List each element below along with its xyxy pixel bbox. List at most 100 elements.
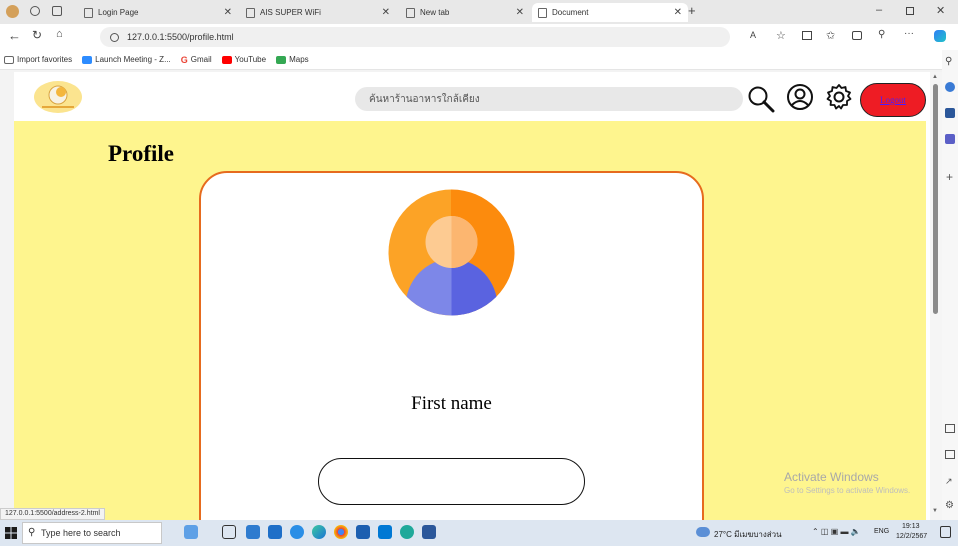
page-title: Profile [108,141,174,166]
info-icon[interactable] [110,32,119,42]
tab-actions-icon[interactable] [52,6,62,16]
home-icon[interactable]: ⌂ [56,28,63,40]
favorite-youtube[interactable]: YouTube [221,55,267,64]
close-tab-icon[interactable]: ✕ [382,7,390,18]
settings-icon[interactable] [825,83,853,116]
workspaces-icon[interactable] [30,6,40,16]
new-tab-plus-icon[interactable]: + [688,3,696,18]
widgets-icon[interactable] [184,525,198,539]
favorite-label: Gmail [190,55,212,64]
mail-icon[interactable] [268,525,282,539]
profile-section: Profile First name [14,121,926,520]
profile-avatar-icon[interactable] [6,5,19,18]
address-bar-row: ← ↻ ⌂ 127.0.0.1:5500/profile.html A ☆ ✩ … [0,24,958,50]
favorite-gmail[interactable]: G Gmail [181,55,212,65]
read-aloud-icon[interactable]: A [750,30,756,40]
close-window-icon[interactable]: ✕ [936,4,945,17]
edge-dev-icon[interactable] [290,525,304,539]
logout-button[interactable]: Logout [860,83,926,117]
page-icon [84,7,93,18]
tab-login-page[interactable]: Login Page ✕ [78,3,238,22]
chrome-icon[interactable] [334,525,348,539]
system-tray-icons[interactable]: ⌃ ◫ ▣ ▬ 🔈 [812,527,861,536]
tab-label: New tab [420,8,450,17]
restore-icon[interactable] [906,7,914,15]
add-sidebar-icon[interactable]: + [946,170,953,184]
page-scrollbar[interactable]: ▲ ▼ [930,72,942,520]
extensions-icon[interactable]: ⚲ [878,29,885,40]
close-tab-icon[interactable]: ✕ [516,7,524,18]
task-view-icon[interactable] [222,525,236,539]
close-tab-icon[interactable]: ✕ [224,7,232,18]
more-menu-icon[interactable]: ··· [904,28,914,39]
browser-tab-bar: Login Page ✕ AIS SUPER WiFi ✕ New tab ✕ … [0,0,958,24]
favorite-zoom[interactable]: Launch Meeting - Z... [82,55,171,64]
google-icon: G [180,54,188,65]
split-screen-icon[interactable] [802,31,812,40]
browser-app-icon[interactable] [400,525,414,539]
windows-start-icon[interactable] [5,527,17,541]
zoom-icon [82,55,93,64]
search-icon[interactable] [746,84,776,119]
first-name-field[interactable] [318,458,585,505]
tab-label: Document [552,8,589,17]
favorite-maps[interactable]: Maps [276,55,309,64]
avatar [388,189,515,321]
url-text: 127.0.0.1:5500/profile.html [127,32,234,42]
tab-ais-wifi[interactable]: AIS SUPER WiFi ✕ [240,3,396,22]
tab-new-tab[interactable]: New tab ✕ [400,3,530,22]
url-field[interactable]: 127.0.0.1:5500/profile.html [100,27,730,47]
scroll-down-icon[interactable]: ▼ [932,508,938,514]
page-icon [538,7,547,18]
favorite-label: YouTube [234,55,267,64]
back-icon[interactable]: ← [8,28,21,43]
clock-time[interactable]: 19:13 [902,523,920,530]
sidebar-settings-icon[interactable]: ⚙ [945,500,954,511]
web-page: ค้นหาร้านอาหารใกล้เคียง Logout Profile F… [14,72,930,520]
language-indicator[interactable]: ENG [874,528,889,535]
office-icon[interactable] [945,108,955,118]
tab-label: Login Page [98,8,139,17]
import-icon [4,55,14,64]
taskbar-search-placeholder: Type here to search [41,528,121,538]
close-tab-icon[interactable]: ✕ [674,7,682,18]
external-link-icon[interactable]: ↗ [945,476,953,487]
scroll-up-icon[interactable]: ▲ [932,74,938,80]
sidebar-layout-icon[interactable] [945,450,955,459]
favorite-label: Import favorites [17,55,73,64]
file-explorer-icon[interactable] [356,525,370,539]
favorite-label: Launch Meeting - Z... [95,55,171,64]
user-icon[interactable] [786,83,814,116]
activation-watermark-subtitle: Go to Settings to activate Windows. [784,486,911,495]
favorites-icon[interactable]: ✩ [826,29,835,42]
taskbar-search-input[interactable]: ⚲ Type here to search [22,522,162,544]
collections-icon[interactable] [852,31,862,40]
word-icon[interactable] [422,525,436,539]
clock-date[interactable]: 12/2/2567 [896,533,927,540]
notifications-icon[interactable] [940,526,951,538]
tab-document[interactable]: Document ✕ [532,3,688,22]
teams-icon[interactable] [945,134,955,144]
shopping-icon[interactable] [945,82,955,92]
maps-icon [276,55,287,64]
edge-icon[interactable] [312,525,326,539]
vscode-icon[interactable] [378,525,392,539]
scroll-thumb[interactable] [933,84,938,314]
search-input[interactable]: ค้นหาร้านอาหารใกล้เคียง [355,87,743,111]
browser-sidebar: ⚲ + ↗ ⚙ [942,50,958,520]
windows-taskbar: ⚲ Type here to search 27°C มีเมฆบางส่วน … [0,520,958,546]
minimize-icon[interactable]: – [876,4,882,16]
search-sidebar-icon[interactable]: ⚲ [945,56,952,67]
favorite-star-icon[interactable]: ☆ [776,29,786,42]
favorite-import[interactable]: Import favorites [4,55,72,64]
search-placeholder: ค้นหาร้านอาหารใกล้เคียง [369,93,480,105]
weather-text[interactable]: 27°C มีเมฆบางส่วน [714,528,782,541]
profile-card: First name [199,171,704,520]
site-logo[interactable] [34,81,82,113]
refresh-icon[interactable]: ↻ [32,28,42,42]
copilot-icon[interactable] [934,30,946,42]
weather-icon [696,527,710,537]
store-icon[interactable] [246,525,260,539]
youtube-icon [221,55,232,64]
screenshot-icon[interactable] [945,424,955,433]
